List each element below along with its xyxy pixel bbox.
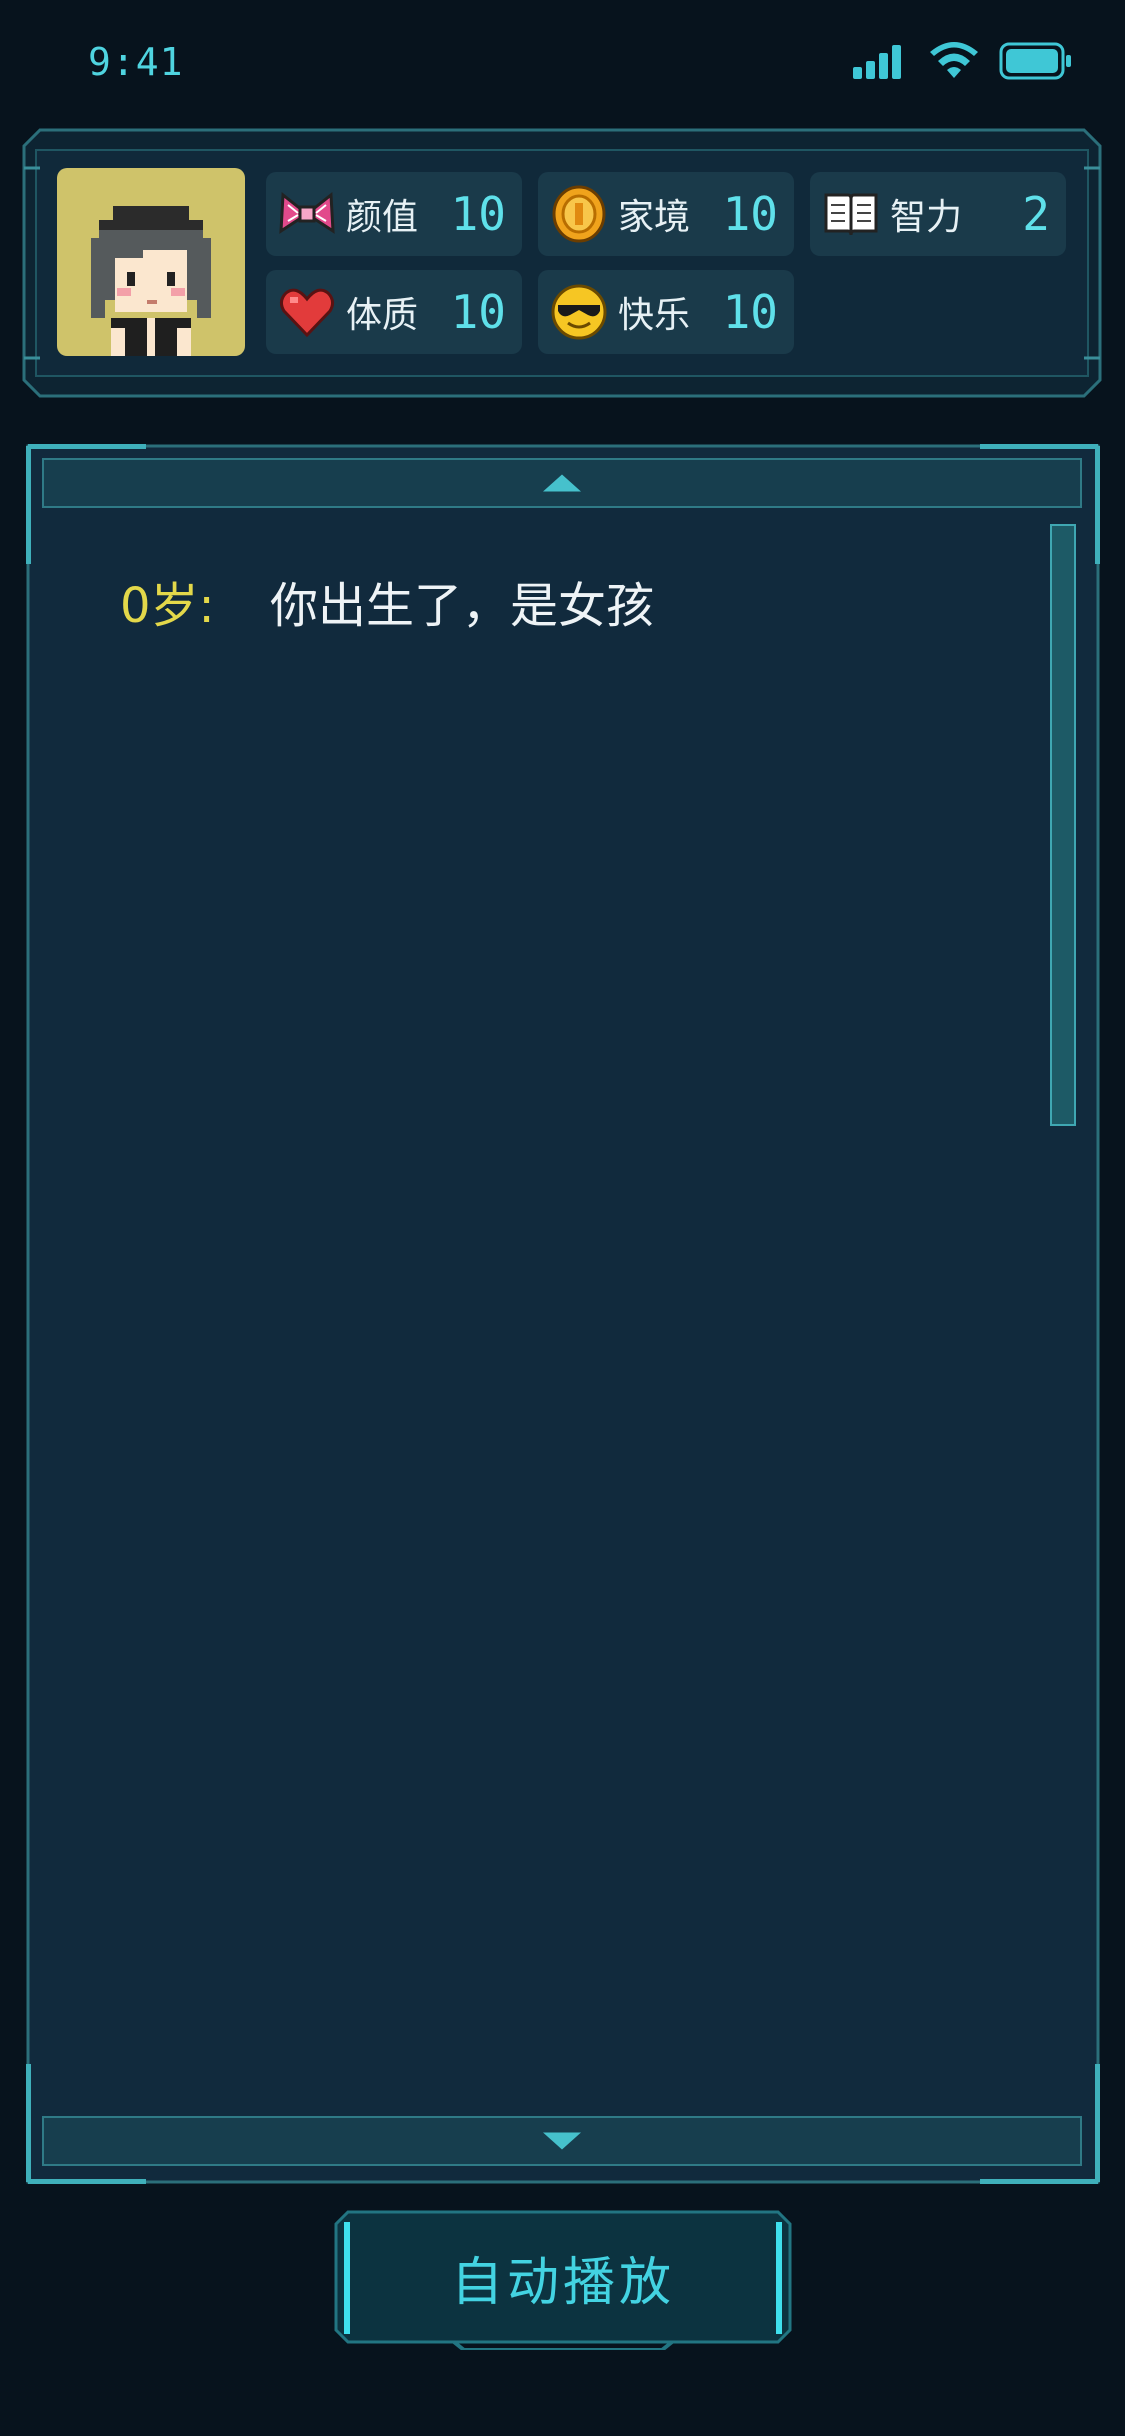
book-icon	[822, 185, 880, 243]
heart-icon	[278, 283, 336, 341]
log-entry: 0岁: 你出生了，是女孩	[120, 566, 654, 636]
pixel-girl-avatar	[91, 206, 211, 356]
stat-label: 颜值	[346, 197, 419, 238]
stat-family: 家境 10	[538, 172, 794, 256]
stat-label: 智力	[890, 197, 963, 238]
scrollbar[interactable]	[1050, 524, 1076, 1126]
battery-icon	[999, 42, 1073, 80]
stat-value: 10	[722, 187, 778, 241]
stat-label: 家境	[618, 197, 691, 238]
log-age: 0岁:	[120, 578, 215, 634]
stat-value: 10	[722, 285, 778, 339]
chevron-down-icon	[543, 2132, 581, 2150]
scroll-down-button[interactable]	[42, 2116, 1082, 2166]
stat-value: 2	[1022, 187, 1050, 241]
stat-label: 快乐	[618, 295, 691, 336]
stat-constitution: 体质 10	[266, 270, 522, 354]
stat-intelligence: 智力 2	[810, 172, 1066, 256]
cool-face-icon	[550, 283, 608, 341]
stat-value: 10	[450, 285, 506, 339]
life-log-panel	[26, 444, 1100, 2184]
status-bar: 9:41	[0, 0, 1125, 130]
signal-icon	[853, 43, 909, 79]
auto-play-label: 自动播放	[450, 2252, 675, 2313]
bow-icon	[278, 185, 336, 243]
coin-icon	[550, 185, 608, 243]
scroll-up-button[interactable]	[42, 458, 1082, 508]
avatar[interactable]	[57, 168, 245, 356]
log-text: 你出生了，是女孩	[270, 578, 655, 634]
chevron-up-icon	[543, 474, 581, 492]
stat-happiness: 快乐 10	[538, 270, 794, 354]
stat-appearance: 颜值 10	[266, 172, 522, 256]
status-time: 9:41	[88, 40, 184, 84]
stat-label: 体质	[346, 295, 419, 336]
auto-play-button[interactable]: 自动播放	[334, 2210, 792, 2350]
wifi-icon	[929, 42, 979, 80]
stat-value: 10	[450, 187, 506, 241]
